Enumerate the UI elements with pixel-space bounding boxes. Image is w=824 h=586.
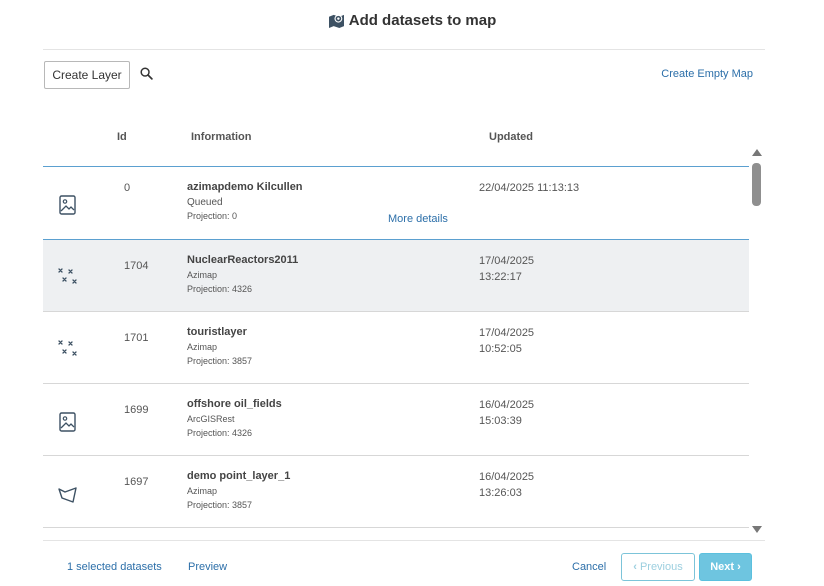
- dataset-updated: 17/04/2025 10:52:05: [479, 325, 599, 357]
- dialog-title-text: Add datasets to map: [348, 12, 497, 29]
- column-header-updated[interactable]: Updated: [489, 131, 533, 143]
- updated-date: 22/04/2025 11:13:13: [479, 182, 580, 194]
- dataset-updated: 16/04/2025 15:03:39: [479, 397, 599, 429]
- previous-label: Previous: [639, 561, 683, 573]
- preview-link[interactable]: Preview: [188, 561, 227, 573]
- dataset-source: Queued: [187, 197, 223, 208]
- dataset-id: 1704: [124, 260, 149, 272]
- dataset-projection: Projection: 4326: [187, 428, 253, 438]
- dataset-updated: 16/04/2025 13:26:03: [479, 469, 599, 501]
- updated-time: 13:26:03: [479, 487, 522, 499]
- scroll-up-arrow[interactable]: [752, 149, 762, 156]
- more-details-link[interactable]: More details: [388, 213, 448, 225]
- updated-date: 16/04/2025: [479, 471, 535, 483]
- dataset-name: NuclearReactors2011: [187, 254, 299, 266]
- dataset-source: ArcGISRest: [187, 414, 235, 424]
- cancel-link[interactable]: Cancel: [572, 561, 606, 573]
- polygon-icon: [58, 487, 77, 503]
- dataset-source: Azimap: [187, 342, 218, 352]
- points-icon: [58, 340, 77, 356]
- selected-datasets-link[interactable]: 1 selected datasets: [67, 561, 162, 573]
- next-label: Next: [710, 561, 735, 573]
- table-row[interactable]: 1701 touristlayer Azimap Projection: 385…: [43, 312, 749, 384]
- dataset-id: 1701: [124, 332, 149, 344]
- scroll-down-arrow[interactable]: [752, 526, 762, 533]
- table-row[interactable]: 1704 NuclearReactors2011 Azimap Projecti…: [43, 240, 749, 312]
- footer-divider: [43, 540, 765, 541]
- updated-date: 17/04/2025: [479, 255, 535, 267]
- dataset-source: Azimap: [187, 270, 218, 280]
- dataset-id: 0: [124, 182, 131, 194]
- header-divider: [43, 49, 765, 50]
- dataset-updated: 17/04/2025 13:22:17: [479, 253, 599, 285]
- create-layer-button[interactable]: Create Layer: [44, 61, 130, 89]
- next-button[interactable]: Next ›: [699, 553, 752, 581]
- previous-button[interactable]: ‹ Previous: [621, 553, 695, 581]
- dataset-name: demo point_layer_1: [187, 470, 291, 482]
- column-header-information[interactable]: Information: [191, 131, 252, 143]
- dataset-projection: Projection: 3857: [187, 356, 253, 366]
- scrollbar-thumb[interactable]: [752, 163, 761, 206]
- dataset-table: 0 azimapdemo Kilcullen Queued Projection…: [43, 166, 749, 528]
- dataset-name: touristlayer: [187, 326, 247, 338]
- updated-date: 17/04/2025: [479, 327, 535, 339]
- table-row[interactable]: 1699 offshore oil_fields ArcGISRest Proj…: [43, 384, 749, 456]
- table-row[interactable]: 0 azimapdemo Kilcullen Queued Projection…: [43, 167, 749, 240]
- dataset-updated: 22/04/2025 11:13:13: [479, 180, 679, 196]
- updated-time: 13:22:17: [479, 271, 522, 283]
- dataset-name: azimapdemo Kilcullen: [187, 181, 303, 193]
- image-icon: [59, 412, 76, 432]
- points-icon: [58, 268, 77, 284]
- dataset-name: offshore oil_fields: [187, 398, 282, 410]
- dataset-projection: Projection: 0: [187, 211, 238, 221]
- dataset-id: 1699: [124, 404, 149, 416]
- dataset-projection: Projection: 3857: [187, 500, 253, 510]
- create-empty-map-link[interactable]: Create Empty Map: [661, 68, 753, 80]
- dataset-projection: Projection: 4326: [187, 284, 253, 294]
- updated-time: 10:52:05: [479, 343, 522, 355]
- map-marker-icon: [328, 14, 344, 28]
- search-icon[interactable]: [140, 67, 153, 80]
- image-icon: [59, 195, 76, 215]
- dataset-id: 1697: [124, 476, 149, 488]
- updated-date: 16/04/2025: [479, 399, 535, 411]
- table-row[interactable]: 1697 demo point_layer_1 Azimap Projectio…: [43, 456, 749, 528]
- updated-time: 15:03:39: [479, 415, 522, 427]
- dialog-title: Add datasets to map: [0, 12, 824, 29]
- dataset-source: Azimap: [187, 486, 218, 496]
- chevron-left-icon: ‹: [633, 561, 637, 573]
- column-header-id[interactable]: Id: [117, 131, 127, 143]
- chevron-right-icon: ›: [737, 561, 741, 573]
